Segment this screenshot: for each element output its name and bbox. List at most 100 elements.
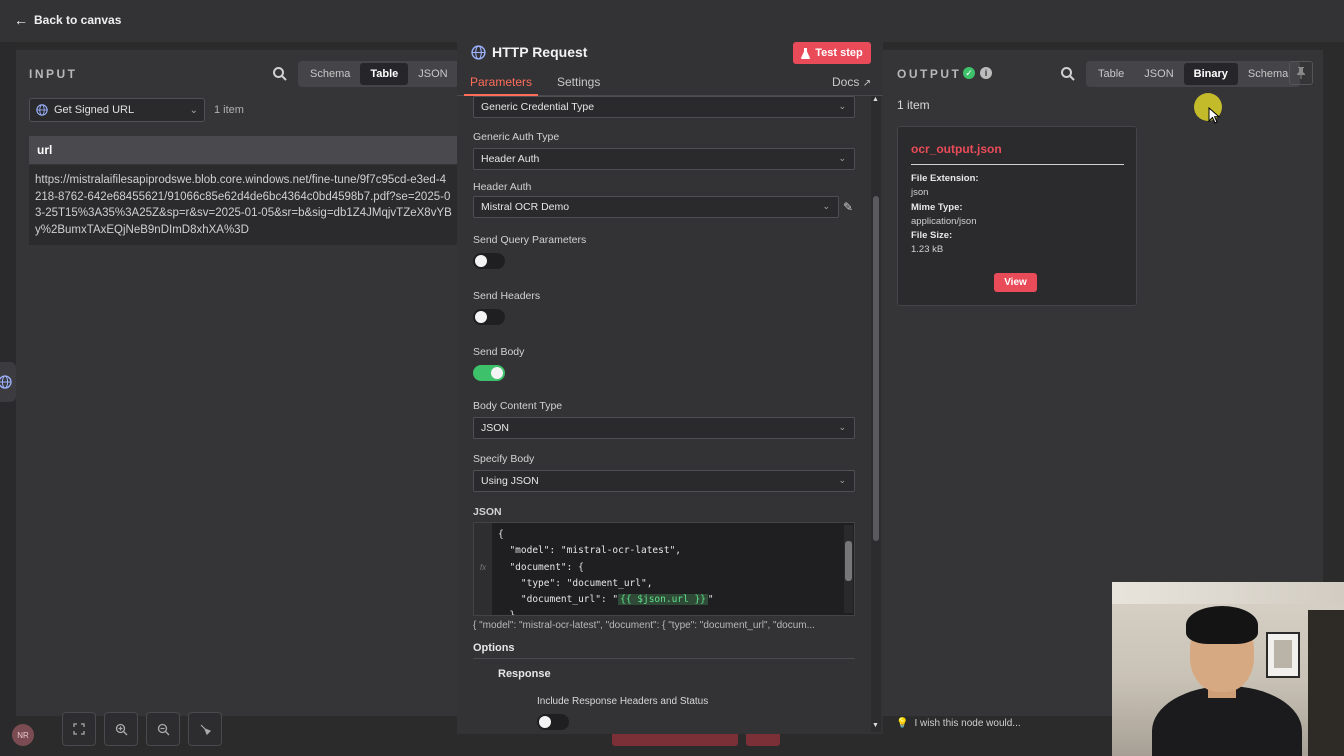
webcam-overlay [1112,582,1344,756]
toggle-knob [475,311,487,323]
zoom-out-icon [157,723,169,735]
body-content-type-select[interactable]: JSON ⌄ [473,417,855,439]
send-query-toggle[interactable] [473,253,505,269]
success-check-icon: ✓ [963,67,975,79]
broom-icon [200,724,211,735]
send-body-toggle[interactable] [473,365,505,381]
generic-auth-label: Generic Auth Type [473,131,560,143]
zoom-in-button[interactable] [104,712,138,746]
specify-body-value: Using JSON [481,475,539,487]
code-text: " [707,594,714,606]
toggle-knob [475,255,487,267]
chevron-down-icon: ⌄ [822,201,830,211]
node-tabs: Parameters Settings Docs ↗ [457,70,883,96]
fit-view-button[interactable] [62,712,96,746]
input-tab-schema[interactable]: Schema [300,63,360,85]
test-step-label: Test step [815,47,863,59]
delete-button[interactable] [746,734,780,746]
search-icon[interactable] [1060,66,1076,82]
docs-link[interactable]: Docs ↗ [832,75,871,89]
json-scrollbar[interactable] [844,525,853,613]
output-tab-table[interactable]: Table [1088,63,1134,85]
chevron-down-icon: ⌄ [838,101,846,111]
pencil-icon[interactable]: ✎ [843,200,853,214]
feedback-prompt[interactable]: 💡 I wish this node would... [896,718,1021,729]
mime-type-value: application/json [911,216,977,227]
input-node-select[interactable]: Get Signed URL ⌄ [29,98,205,122]
chevron-down-icon: ⌄ [189,104,198,116]
json-body-editor[interactable]: fx { "model": "mistral-ocr-latest", "doc… [473,522,855,616]
file-size-label: File Size: [911,230,953,241]
header-auth-select[interactable]: Mistral OCR Demo ⌄ [473,196,839,218]
input-panel: INPUT Schema Table JSON Get Signed URL ⌄… [16,50,460,716]
pin-button[interactable] [1289,61,1313,85]
credential-type-value: Generic Credential Type [481,101,595,113]
test-step-button[interactable]: Test step [793,42,871,64]
toggle-knob [539,716,551,728]
binary-file-card: ocr_output.json File Extension: json Mim… [897,126,1137,306]
pin-icon [1297,67,1305,79]
scrollbar-thumb[interactable] [845,541,852,581]
file-extension-value: json [911,187,929,198]
send-headers-label: Send Headers [473,290,541,302]
include-response-toggle[interactable] [537,714,569,730]
tab-settings[interactable]: Settings [557,75,600,89]
expression-highlight: {{ $json.url }} [618,594,708,606]
webcam-picture-frame [1266,632,1300,678]
input-title: INPUT [29,67,78,81]
output-item-count: 1 item [897,98,930,112]
file-extension-label: File Extension: [911,173,979,184]
scrollbar-thumb[interactable] [873,196,879,541]
chevron-down-icon: ⌄ [838,475,846,485]
search-icon[interactable] [272,66,288,82]
send-query-label: Send Query Parameters [473,234,587,246]
input-tab-table[interactable]: Table [360,63,409,85]
feedback-text: I wish this node would... [914,718,1021,729]
view-button[interactable]: View [994,273,1037,292]
table-cell-url[interactable]: https://mistralaifilesapiprodswe.blob.co… [29,165,458,245]
toggle-knob [491,367,503,379]
generic-auth-select[interactable]: Header Auth ⌄ [473,148,855,170]
tidy-up-button[interactable] [188,712,222,746]
specify-body-select[interactable]: Using JSON ⌄ [473,470,855,492]
back-to-canvas-link[interactable]: ← Back to canvas [14,12,121,28]
info-icon[interactable]: i [980,67,992,79]
send-headers-toggle[interactable] [473,309,505,325]
back-to-canvas-label: Back to canvas [34,13,122,27]
node-title: HTTP Request [471,44,587,60]
lightbulb-icon: 💡 [896,718,909,729]
docs-label: Docs [832,75,860,89]
response-label: Response [498,668,551,680]
scroll-down-icon[interactable]: ▼ [872,722,879,729]
binary-file-name: ocr_output.json [911,142,1002,156]
output-tab-json[interactable]: JSON [1134,63,1183,85]
code-line: "model": "mistral-ocr-latest", [498,545,682,557]
zoom-in-icon [115,723,127,735]
side-node-handle[interactable] [0,362,16,402]
output-view-tabs: Table JSON Binary Schema [1086,61,1301,87]
json-label: JSON [473,506,502,518]
output-tab-binary[interactable]: Binary [1183,63,1238,85]
options-label: Options [473,642,515,654]
include-response-label: Include Response Headers and Status [537,696,709,707]
external-link-icon: ↗ [862,78,872,89]
node-title-text: HTTP Request [492,44,588,60]
input-tab-json[interactable]: JSON [408,63,457,85]
code-line: "document": { [498,561,584,573]
canvas-toolbar [62,712,222,746]
header-auth-value: Mistral OCR Demo [481,201,570,213]
webcam-background-shelf [1308,610,1344,756]
scroll-up-icon[interactable]: ▲ [872,96,879,103]
generic-auth-value: Header Auth [481,153,540,165]
credential-type-select[interactable]: Generic Credential Type ⌄ [473,96,855,118]
mouse-cursor-icon [1208,107,1221,124]
tab-parameters[interactable]: Parameters [463,75,539,96]
zoom-out-button[interactable] [146,712,180,746]
panel-scrollbar[interactable]: ▲ ▼ [871,96,881,732]
table-column-header: url [29,136,458,164]
code-line: "type": "document_url", [498,577,653,589]
http-request-panel: HTTP Request Test step Parameters Settin… [457,30,883,734]
avatar[interactable]: NR [12,724,34,746]
code-text: "document_url": " [498,594,619,606]
execute-workflow-button[interactable] [612,734,738,746]
